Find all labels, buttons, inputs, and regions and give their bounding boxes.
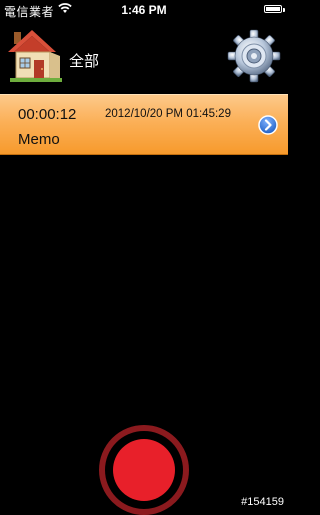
category-label[interactable]: 全部 xyxy=(69,50,99,71)
status-bar: 電信業者 1:46 PM xyxy=(0,0,288,20)
chevron-right-icon[interactable] xyxy=(258,115,278,135)
image-id-label: #154159 xyxy=(241,496,284,508)
header: 全部 xyxy=(0,20,288,92)
memo-title: Memo xyxy=(18,131,60,148)
memo-duration: 00:00:12 xyxy=(18,106,77,123)
memo-list-item[interactable]: 00:00:12 2012/10/20 PM 01:45:29 Memo xyxy=(0,94,288,155)
record-icon[interactable] xyxy=(99,425,189,515)
house-icon[interactable] xyxy=(4,26,66,86)
status-time: 1:46 PM xyxy=(121,3,167,17)
battery-icon xyxy=(264,5,282,13)
battery-tip xyxy=(283,8,285,12)
memo-date: 2012/10/20 PM 01:45:29 xyxy=(105,108,231,120)
gear-icon[interactable] xyxy=(226,28,282,84)
